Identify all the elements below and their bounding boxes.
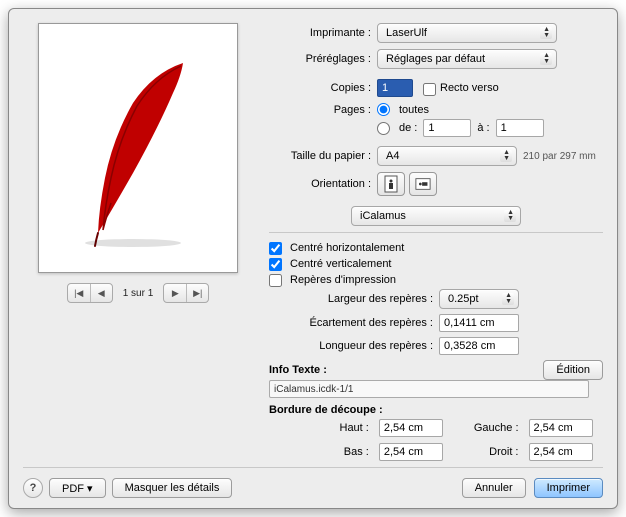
pages-range-radio[interactable] — [377, 122, 390, 135]
pages-all-radio[interactable] — [377, 103, 390, 116]
hide-details-button[interactable]: Masquer les détails — [112, 478, 233, 498]
paper-size-select[interactable]: A4 ▲▼ — [377, 146, 517, 166]
mark-gap-label: Écartement des repères : — [269, 317, 439, 329]
landscape-icon — [415, 175, 431, 193]
print-dialog: |◀ ◀ 1 sur 1 ▶ ▶| Imprimante : LaserUlf … — [8, 8, 618, 509]
bleed-top-input[interactable] — [379, 419, 443, 437]
orientation-landscape-button[interactable] — [409, 172, 437, 196]
presets-select[interactable]: Réglages par défaut ▲▼ — [377, 49, 557, 69]
first-page-button[interactable]: |◀ — [68, 284, 90, 302]
paper-size-label: Taille du papier : — [269, 150, 377, 162]
info-text-label: Info Texte : — [269, 364, 327, 376]
mark-width-label: Largeur des repères : — [269, 293, 439, 305]
printer-select[interactable]: LaserUlf ▲▼ — [377, 23, 557, 43]
prev-page-button[interactable]: ◀ — [90, 284, 112, 302]
mark-length-input[interactable] — [439, 337, 519, 355]
edit-button[interactable]: Édition — [543, 360, 603, 380]
bleed-label: Bordure de découpe : — [269, 404, 603, 416]
recto-verso-checkbox[interactable] — [423, 83, 436, 96]
help-button[interactable]: ? — [23, 478, 43, 498]
printer-label: Imprimante : — [269, 27, 377, 39]
print-button[interactable]: Imprimer — [534, 478, 603, 498]
mark-width-select[interactable]: 0.25pt ▲▼ — [439, 289, 519, 309]
footer-separator — [23, 467, 603, 468]
orientation-label: Orientation : — [269, 178, 377, 190]
bleed-right-input[interactable] — [529, 443, 593, 461]
pager-label: 1 sur 1 — [119, 288, 158, 299]
print-marks-checkbox[interactable] — [269, 274, 282, 287]
info-text-value: iCalamus.icdk-1/1 — [269, 380, 589, 398]
mark-gap-input[interactable] — [439, 314, 519, 332]
pager: |◀ ◀ 1 sur 1 ▶ ▶| — [23, 283, 253, 303]
mark-length-label: Longueur des repères : — [269, 340, 439, 352]
last-page-button[interactable]: ▶| — [186, 284, 208, 302]
page-to-input[interactable] — [496, 119, 544, 137]
feather-image — [63, 48, 213, 248]
paper-dim-hint: 210 par 297 mm — [523, 151, 596, 162]
portrait-icon — [383, 175, 399, 193]
pdf-button[interactable]: PDF ▾ — [49, 478, 106, 498]
cancel-button[interactable]: Annuler — [462, 478, 526, 498]
orientation-portrait-button[interactable] — [377, 172, 405, 196]
bleed-bottom-input[interactable] — [379, 443, 443, 461]
app-options-select[interactable]: iCalamus ▲▼ — [351, 206, 521, 226]
copies-label: Copies : — [269, 82, 377, 94]
next-page-button[interactable]: ▶ — [164, 284, 186, 302]
presets-label: Préréglages : — [269, 53, 377, 65]
center-h-checkbox[interactable] — [269, 242, 282, 255]
recto-verso-option[interactable]: Recto verso — [423, 82, 499, 95]
print-preview — [38, 23, 238, 273]
bleed-left-input[interactable] — [529, 419, 593, 437]
center-v-checkbox[interactable] — [269, 258, 282, 271]
pages-label: Pages : — [269, 103, 377, 116]
page-from-input[interactable] — [423, 119, 471, 137]
separator — [269, 232, 603, 233]
copies-input[interactable] — [377, 79, 413, 97]
